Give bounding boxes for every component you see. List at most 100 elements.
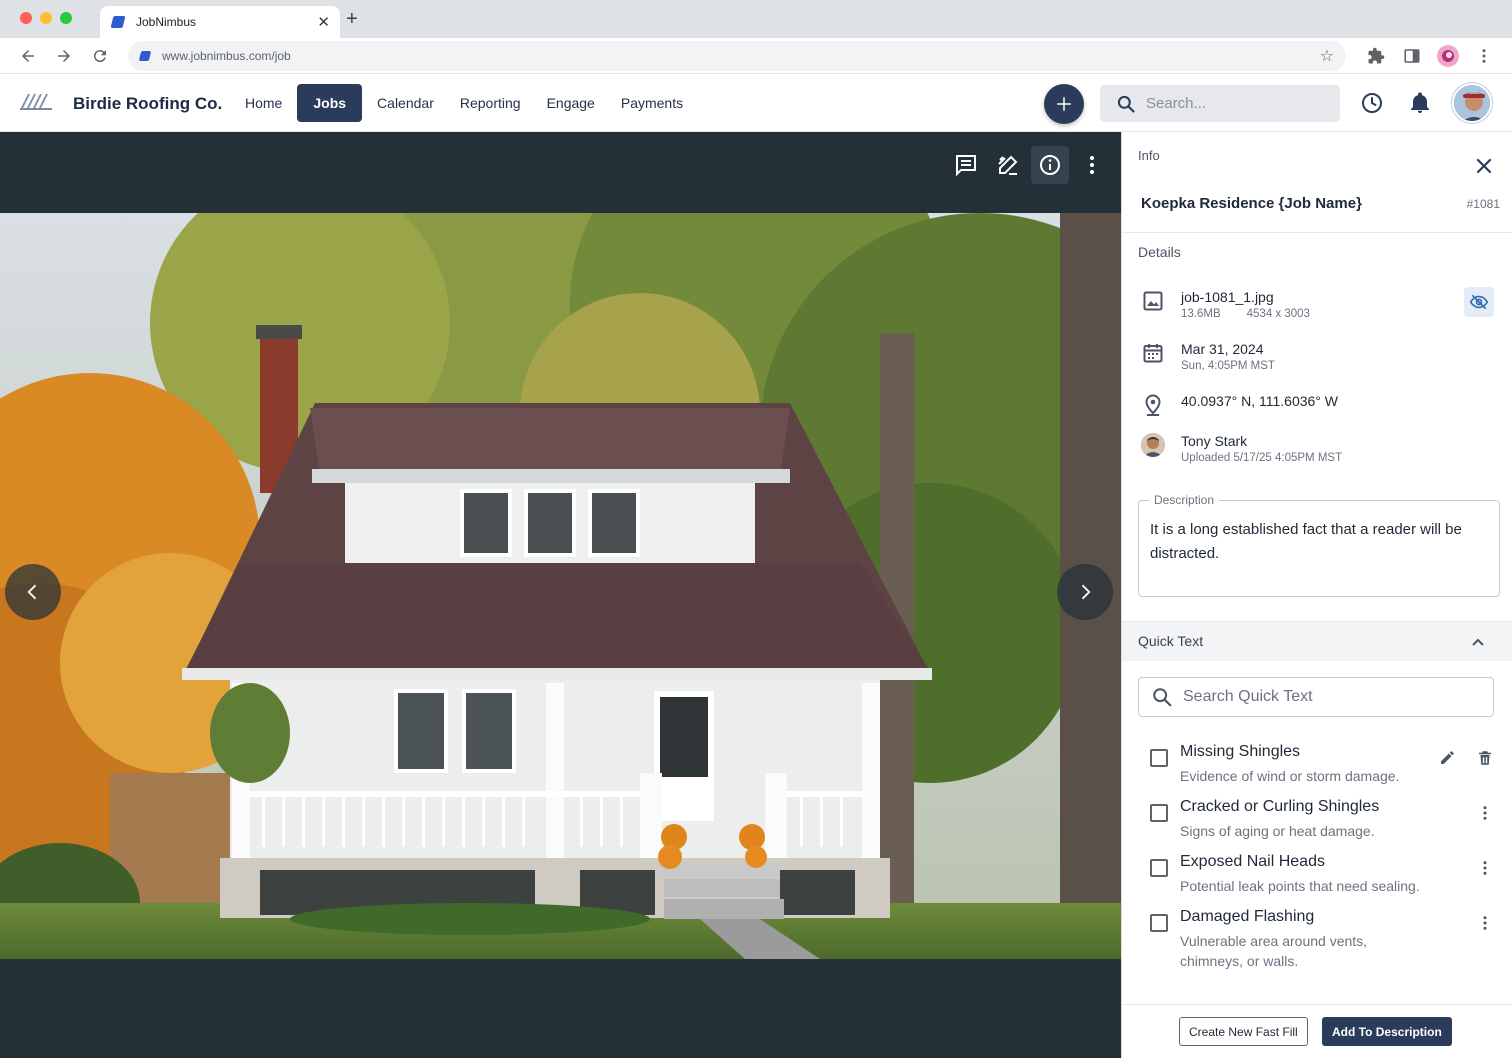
job-name[interactable]: Koepka Residence {Job Name} xyxy=(1141,195,1362,212)
chevron-right-icon xyxy=(1081,584,1091,600)
info-icon xyxy=(1040,155,1060,175)
browser-address-bar: www.jobnimbus.com/job ☆ xyxy=(0,38,1512,74)
site-favicon-icon xyxy=(138,51,152,61)
comment-icon xyxy=(956,155,976,177)
close-panel-icon[interactable] xyxy=(1472,154,1496,178)
search-icon xyxy=(1117,95,1135,113)
viewer-toolbar xyxy=(947,146,1111,184)
more-vertical-icon[interactable] xyxy=(1474,857,1496,879)
previous-photo-button[interactable] xyxy=(5,564,61,620)
chevron-up-icon[interactable] xyxy=(1466,630,1490,654)
quick-text-item-title: Exposed Nail Heads xyxy=(1180,853,1325,870)
description-label: Description xyxy=(1149,493,1220,507)
company-name[interactable]: Birdie Roofing Co. xyxy=(73,94,222,114)
quick-text-item-title: Damaged Flashing xyxy=(1180,908,1315,925)
new-tab-icon[interactable]: + xyxy=(346,8,358,31)
description-text[interactable]: It is a long established fact that a rea… xyxy=(1150,518,1487,566)
quick-text-item-subtitle: Potential leak points that need sealing. xyxy=(1180,878,1420,894)
bookmark-star-icon[interactable]: ☆ xyxy=(1320,46,1334,66)
photo-viewer xyxy=(0,132,1121,1058)
url-omnibox[interactable]: www.jobnimbus.com/job ☆ xyxy=(128,41,1346,71)
reload-icon[interactable] xyxy=(88,44,112,68)
nav-payments[interactable]: Payments xyxy=(610,84,694,122)
description-field[interactable]: Description It is a long established fac… xyxy=(1138,493,1500,597)
plus-icon xyxy=(1057,97,1071,111)
create-new-fast-fill-button[interactable]: Create New Fast Fill xyxy=(1179,1017,1308,1046)
side-panel-icon[interactable] xyxy=(1400,44,1424,68)
visibility-toggle-button[interactable] xyxy=(1464,287,1494,317)
edit-pencil-icon[interactable] xyxy=(1436,747,1458,769)
more-vertical-icon[interactable] xyxy=(1474,912,1496,934)
chevron-left-icon xyxy=(27,584,37,600)
more-vertical-icon[interactable] xyxy=(1474,802,1496,824)
extensions-icon[interactable] xyxy=(1364,44,1388,68)
job-photo xyxy=(0,213,1121,959)
profile-icon[interactable] xyxy=(1436,44,1460,68)
quick-text-item-title: Cracked or Curling Shingles xyxy=(1180,798,1380,815)
photo-date: Mar 31, 2024 xyxy=(1181,341,1264,357)
search-icon xyxy=(1153,688,1172,707)
info-panel: Info Koepka Residence {Job Name} #1081 D… xyxy=(1121,132,1512,1058)
more-options-button[interactable] xyxy=(1073,146,1111,184)
global-search-input[interactable] xyxy=(1146,95,1326,112)
uploader-name: Tony Stark xyxy=(1181,433,1248,449)
quick-text-search-input[interactable] xyxy=(1183,688,1483,706)
quick-text-checkbox[interactable] xyxy=(1150,914,1168,932)
close-tab-icon[interactable]: ✕ xyxy=(317,13,330,31)
nav-home[interactable]: Home xyxy=(234,84,293,122)
quick-text-title: Quick Text xyxy=(1138,633,1204,649)
photo-coordinates: 40.0937° N, 111.6036° W xyxy=(1181,393,1339,409)
window-minimize-button[interactable] xyxy=(40,12,52,24)
browser-tab[interactable]: JobNimbus ✕ xyxy=(100,6,340,38)
file-meta: 13.6MB 4534 x 3003 xyxy=(1181,308,1310,320)
app-header: Birdie Roofing Co. Home Jobs Calendar Re… xyxy=(0,74,1512,132)
file-dimensions: 4534 x 3003 xyxy=(1246,308,1310,320)
next-photo-button[interactable] xyxy=(1057,564,1113,620)
window-maximize-button[interactable] xyxy=(60,12,72,24)
calendar-icon xyxy=(1141,341,1165,365)
file-size: 13.6MB xyxy=(1181,308,1221,320)
jobnimbus-favicon-icon xyxy=(110,16,126,28)
quick-text-item-title: Missing Shingles xyxy=(1180,743,1301,760)
forward-icon[interactable] xyxy=(52,44,76,68)
nav-calendar[interactable]: Calendar xyxy=(366,84,445,122)
main-nav: Home Jobs Calendar Reporting Engage Paym… xyxy=(234,84,698,122)
file-name: job-1081_1.jpg xyxy=(1181,289,1274,305)
notifications-bell-icon[interactable] xyxy=(1408,91,1432,115)
window-close-button[interactable] xyxy=(20,12,32,24)
panel-title: Info xyxy=(1138,148,1160,163)
photo-time: Sun, 4:05PM MST xyxy=(1181,360,1275,372)
quick-text-item-subtitle: Vulnerable area around vents, chimneys, … xyxy=(1180,933,1368,969)
location-pin-icon xyxy=(1141,393,1165,417)
upload-timestamp: Uploaded 5/17/25 4:05PM MST xyxy=(1181,452,1343,464)
create-new-button[interactable] xyxy=(1044,84,1084,124)
delete-trash-icon[interactable] xyxy=(1474,747,1496,769)
image-icon xyxy=(1141,289,1165,313)
add-to-description-button[interactable]: Add To Description xyxy=(1322,1017,1452,1046)
panel-divider xyxy=(1122,232,1512,233)
nav-jobs[interactable]: Jobs xyxy=(297,84,363,122)
quick-text-checkbox[interactable] xyxy=(1150,859,1168,877)
browser-tab-bar: JobNimbus ✕ + xyxy=(0,0,1512,38)
annotate-button[interactable] xyxy=(989,146,1027,184)
global-search[interactable] xyxy=(1100,85,1340,122)
quick-text-checkbox[interactable] xyxy=(1150,804,1168,822)
browser-menu-icon[interactable] xyxy=(1472,44,1496,68)
nav-engage[interactable]: Engage xyxy=(536,84,606,122)
browser-tab-title: JobNimbus xyxy=(136,15,197,29)
user-avatar[interactable] xyxy=(1452,83,1492,123)
history-clock-icon[interactable] xyxy=(1360,91,1384,115)
quick-text-item-subtitle: Evidence of wind or storm damage. xyxy=(1180,768,1400,784)
company-logo-icon[interactable] xyxy=(20,94,52,115)
comments-button[interactable] xyxy=(947,146,985,184)
eye-off-icon xyxy=(1469,294,1489,310)
info-button[interactable] xyxy=(1031,146,1069,184)
quick-text-search[interactable] xyxy=(1138,677,1494,717)
back-icon[interactable] xyxy=(16,44,40,68)
quick-text-header[interactable]: Quick Text xyxy=(1122,621,1512,661)
uploader-avatar xyxy=(1141,433,1165,457)
draw-edit-icon xyxy=(998,155,1018,175)
details-heading: Details xyxy=(1138,244,1181,260)
quick-text-checkbox[interactable] xyxy=(1150,749,1168,767)
nav-reporting[interactable]: Reporting xyxy=(449,84,532,122)
